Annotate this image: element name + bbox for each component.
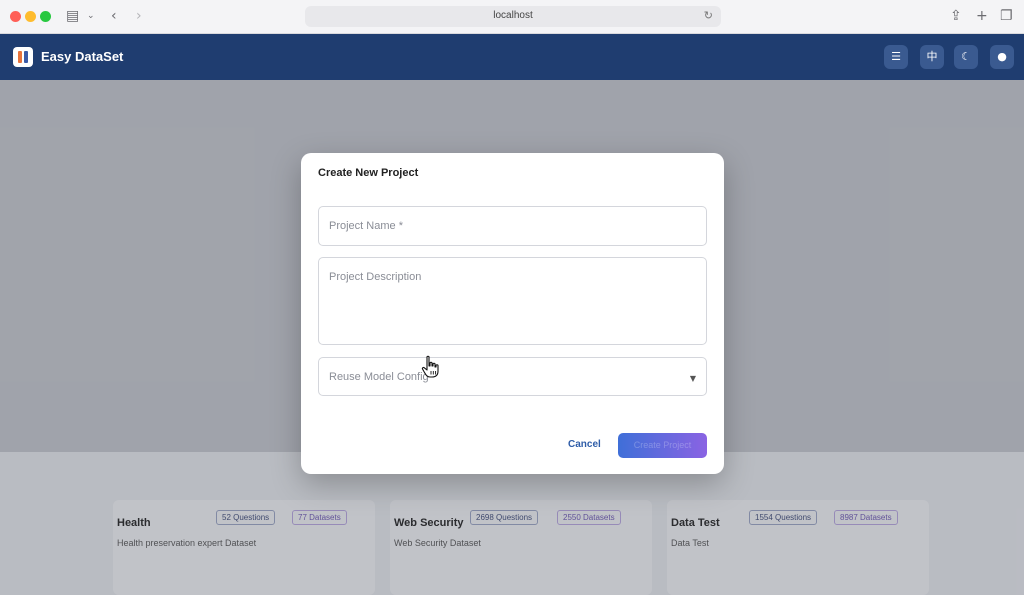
github-icon[interactable]: ● [990, 45, 1014, 69]
project-name-input[interactable]: Project Name * [318, 206, 707, 246]
project-description-input[interactable]: Project Description [318, 257, 707, 345]
sidebar-toggle-icon[interactable]: ▤ [66, 7, 79, 25]
close-window-button[interactable] [10, 11, 21, 22]
language-icon[interactable]: 中 [920, 45, 944, 69]
project-name-placeholder: Project Name * [329, 220, 403, 232]
cancel-button[interactable]: Cancel [568, 439, 601, 450]
reload-icon[interactable]: ↻ [704, 9, 713, 22]
url-text: localhost [493, 10, 533, 21]
dialog-title: Create New Project [318, 167, 419, 179]
app-logo-icon [13, 47, 33, 67]
project-description-placeholder: Project Description [329, 271, 422, 283]
browser-toolbar: ▤ ⌄ ‹ › localhost ↻ ⇪ + ❐ [0, 0, 1024, 34]
reuse-model-config-placeholder: Reuse Model Config [329, 371, 429, 383]
app-header: Easy DataSet ☰ 中 ☾ ● [0, 34, 1024, 80]
create-project-dialog: Create New Project Project Name * Projec… [301, 153, 724, 474]
zoom-window-button[interactable] [40, 11, 51, 22]
tabs-overview-icon[interactable]: ❐ [1000, 7, 1013, 25]
share-icon[interactable]: ⇪ [950, 7, 962, 25]
minimize-window-button[interactable] [25, 11, 36, 22]
back-icon[interactable]: ‹ [111, 7, 117, 25]
dropdown-arrow-icon: ▼ [689, 374, 696, 383]
forward-icon[interactable]: › [136, 7, 142, 25]
hand-cursor-icon [421, 355, 439, 378]
reuse-model-config-select[interactable]: Reuse Model Config ▼ [318, 357, 707, 396]
new-tab-icon[interactable]: + [976, 7, 988, 25]
moon-icon[interactable]: ☾ [954, 45, 978, 69]
address-bar[interactable]: localhost ↻ [305, 6, 721, 27]
app-title: Easy DataSet [41, 49, 124, 64]
chevron-down-icon[interactable]: ⌄ [87, 7, 95, 25]
create-project-button[interactable]: Create Project [618, 433, 707, 458]
list-icon[interactable]: ☰ [884, 45, 908, 69]
